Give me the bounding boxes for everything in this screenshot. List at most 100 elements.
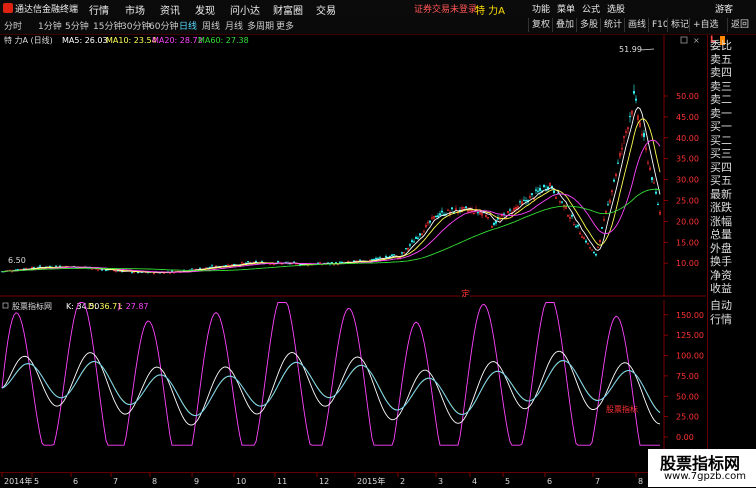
candle-body [633, 91, 635, 94]
candle-body [525, 200, 527, 202]
candle-body [495, 221, 497, 224]
candle-body [415, 237, 417, 239]
kdj-tick-label: 50.00 [676, 392, 699, 401]
app-logo-icon [3, 3, 13, 13]
ma10-label: MA10: 23.54 [106, 36, 157, 45]
app-title: 通达信金融终端 [15, 5, 79, 15]
candle-body [607, 204, 609, 206]
period-multi[interactable]: 多周期 [247, 19, 274, 32]
price-tick-label: 50.00 [676, 92, 699, 101]
kline-series [1, 84, 661, 275]
candle-body [657, 204, 659, 206]
candle-body [613, 179, 615, 182]
date-tick-label: 7 [113, 477, 118, 486]
menu-menu[interactable]: 菜单 [557, 2, 575, 15]
candle-body [131, 271, 133, 273]
chart-expand-icon[interactable] [680, 36, 688, 44]
candle-body [571, 215, 573, 217]
menu-item-discover[interactable]: 发现 [195, 2, 215, 17]
menu-function[interactable]: 功能 [532, 2, 550, 15]
main-chart-title: 特 力A (日线) [4, 35, 53, 45]
side-panel-item[interactable]: 行情 [710, 311, 732, 327]
period-monthly[interactable]: 月线 [225, 19, 243, 32]
candle-body [509, 209, 511, 211]
menu-formula[interactable]: 公式 [582, 2, 600, 15]
quote-side-panel: L 委比 卖五 卖四 卖三 卖二 卖一 买一 买二 买三 买四 买五 最新 涨跌 涨幅 总量 外盘 换手 净资 收益… [707, 35, 756, 487]
date-tick-label: 6 [547, 477, 552, 486]
menu-item-wealth[interactable]: 财富圈 [273, 2, 303, 17]
date-tick-label: 6 [73, 477, 78, 486]
period-15min[interactable]: 15分钟 [93, 19, 122, 32]
menu-item-quotes[interactable]: 行情 [89, 2, 109, 17]
candle-body [493, 222, 495, 225]
menu-item-news[interactable]: 资讯 [160, 2, 180, 17]
kdj-aux-line [1, 360, 661, 417]
candle-body [401, 252, 403, 254]
candle-body [617, 162, 619, 164]
period-timeshare[interactable]: 分时 [4, 19, 22, 32]
date-tick-label: 3 [438, 477, 443, 486]
date-tick-label: 9 [194, 477, 199, 486]
menu-select-stock[interactable]: 选股 [607, 2, 625, 15]
candle-body [389, 256, 391, 258]
date-axis: 2014年 5 6 7 8 9 10 11 12 2015年 2 3 4 5 6 7 8 [0, 472, 706, 486]
menu-item-trade[interactable]: 交易 [316, 2, 336, 17]
period-1min[interactable]: 1分钟 [38, 19, 62, 32]
candle-body [359, 259, 361, 261]
kdj-series [1, 302, 661, 446]
chart-close-icon[interactable]: × [693, 36, 700, 45]
candle-body [437, 215, 439, 217]
multi-stock-button[interactable]: 多股 [576, 18, 601, 32]
indicator-select-icon[interactable] [2, 302, 9, 309]
low-price-label: 6.50 [8, 256, 26, 265]
candle-body [39, 265, 41, 267]
statistics-button[interactable]: 统计 [600, 18, 625, 32]
kdj-j-label: J: 27.87 [117, 302, 149, 311]
candle-body [409, 244, 411, 246]
kdj-axis-ticks: 150.00 125.00 100.00 75.00 50.00 25.00 0.00 [664, 311, 704, 442]
period-daily[interactable]: 日线 [179, 19, 197, 32]
candle-body [405, 248, 407, 250]
period-weekly[interactable]: 周线 [202, 19, 220, 32]
candle-body [171, 270, 173, 272]
candle-body [277, 261, 279, 263]
kline-chart[interactable]: 特 力A (日线) MA5: 26.03 MA10: 23.54 MA20: 2… [0, 35, 706, 297]
login-status[interactable]: 证券交易未登录 [414, 2, 477, 15]
candle-body [379, 257, 381, 259]
draw-line-button[interactable]: 画线 [624, 18, 649, 32]
period-5min[interactable]: 5分钟 [65, 19, 89, 32]
candle-body [591, 249, 593, 251]
add-watchlist-button[interactable]: +自选 [689, 18, 722, 32]
high-price-label: 51.99 [619, 45, 642, 54]
period-30min[interactable]: 30分钟 [121, 19, 150, 32]
event-marker[interactable]: 定 [461, 288, 470, 297]
candle-body [547, 186, 549, 190]
menu-guest[interactable]: 游客 [715, 2, 733, 15]
price-tick-label: 20.00 [676, 217, 699, 226]
menu-item-ask[interactable]: 问小达 [230, 2, 260, 17]
kdj-tick-label: 75.00 [676, 372, 699, 381]
kdj-indicator-chart[interactable]: 股票指标网 K: 34.50 D: 36.71 J: 27.87 150.001… [0, 300, 706, 470]
adjust-button[interactable]: 复权 [528, 18, 553, 32]
candle-body [373, 258, 375, 260]
candle-body [451, 207, 453, 210]
watermark-url: www.7gpzb.com [664, 471, 746, 482]
candle-body [385, 256, 387, 258]
side-panel-item[interactable]: 收益 [710, 280, 732, 296]
menu-item-market[interactable]: 市场 [125, 2, 145, 17]
period-60min[interactable]: 60分钟 [149, 19, 178, 32]
candle-body [353, 260, 355, 262]
candle-body [247, 261, 249, 263]
kdj-tick-label: 125.00 [676, 331, 704, 340]
period-more[interactable]: 更多 [276, 19, 294, 32]
kdj-tick-label: 0.00 [676, 433, 694, 442]
candle-body [413, 241, 415, 243]
candle-body [191, 268, 193, 270]
back-button[interactable]: 返回 [727, 18, 752, 32]
candle-body [477, 212, 479, 214]
price-tick-label: 30.00 [676, 176, 699, 185]
date-tick-label: 4 [472, 477, 477, 486]
candle-body [655, 191, 657, 194]
stock-name: 特 力A [475, 6, 506, 17]
overlay-button[interactable]: 叠加 [552, 18, 577, 32]
